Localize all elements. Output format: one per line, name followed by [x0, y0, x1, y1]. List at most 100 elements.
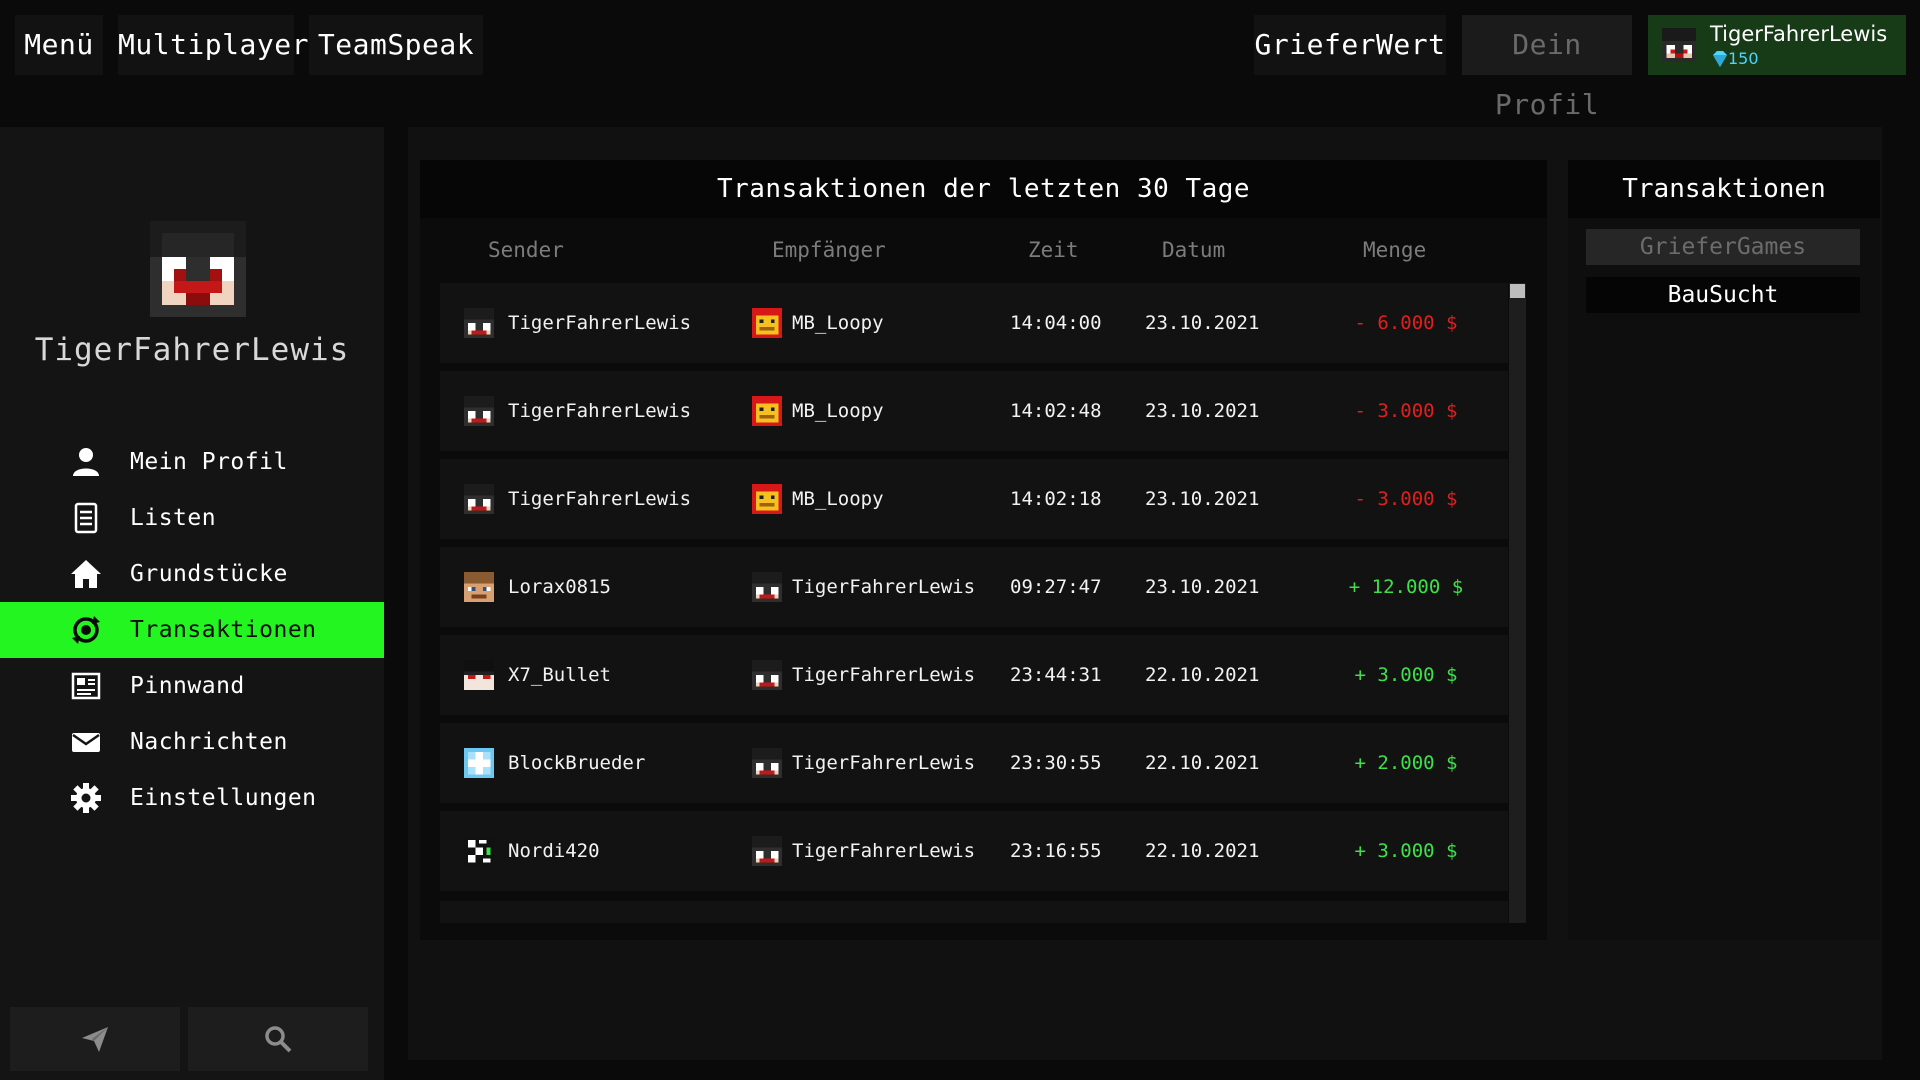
dein-profil-button[interactable]: Dein Profil — [1462, 15, 1632, 121]
sender-avatar-x7-bullet — [464, 660, 494, 690]
gem-icon — [1713, 51, 1727, 67]
sender-avatar-lorax0815 — [464, 572, 494, 602]
table-row[interactable]: BlockBrueder TigerFahrerLewis 23:30:55 22.1… — [440, 723, 1508, 803]
search-icon — [265, 1026, 292, 1053]
cell-date: 22.10.2021 — [1145, 840, 1260, 862]
table-row[interactable]: X7_Bullet TigerFahrerLewis 23:44:31 22.10.2… — [440, 635, 1508, 715]
receiver-avatar-mb-loopy — [752, 396, 782, 426]
cell-amount: + 3.000 $ — [1354, 840, 1458, 862]
sender-avatar-blockbrueder — [464, 748, 494, 778]
cell-receiver: TigerFahrerLewis — [792, 752, 976, 774]
sidebar-item-label: Pinnwand — [130, 673, 245, 699]
sidebar-item-label: Grundstücke — [130, 561, 288, 587]
mail-icon — [72, 733, 100, 752]
cell-receiver: TigerFahrerLewis — [792, 576, 976, 598]
gear-icon — [71, 783, 101, 813]
search-button[interactable] — [188, 1007, 368, 1071]
sender-avatar-tigerfahrerlewis — [464, 308, 494, 338]
cell-date: 22.10.2021 — [1145, 664, 1260, 686]
column-header-sender: Sender — [488, 238, 564, 262]
table-row[interactable]: TigerFahrerLewis MB_Loopy 14:02:48 23.10.20… — [440, 371, 1508, 451]
cell-amount: - 6.000 $ — [1354, 312, 1458, 334]
cell-receiver: TigerFahrerLewis — [792, 664, 976, 686]
table-row[interactable]: TigerFahrerLewis MB_Loopy 14:04:00 23.10.20… — [440, 283, 1508, 363]
cell-receiver: MB_Loopy — [792, 312, 884, 334]
cell-time: 14:02:48 — [1010, 400, 1102, 422]
cell-time: 23:44:31 — [1010, 664, 1102, 686]
cell-amount: + 2.000 $ — [1354, 752, 1458, 774]
column-header-datum: Datum — [1162, 238, 1226, 262]
column-header-empfaenger: Empfänger — [772, 238, 886, 262]
cell-time: 23:30:55 — [1010, 752, 1102, 774]
cell-date: 23.10.2021 — [1145, 488, 1260, 510]
receiver-avatar-tigerfahrerlewis — [752, 836, 782, 866]
receiver-avatar-mb-loopy — [752, 308, 782, 338]
sidebar-item-label: Listen — [130, 505, 217, 531]
cell-sender: TigerFahrerLewis — [508, 400, 692, 422]
cell-receiver: MB_Loopy — [792, 400, 884, 422]
cell-sender: X7_Bullet — [508, 664, 611, 686]
grieferwert-button[interactable]: GrieferWert — [1254, 15, 1446, 75]
cell-receiver: MB_Loopy — [792, 488, 884, 510]
multiplayer-button[interactable]: Multiplayer — [118, 15, 308, 75]
sidebar-item-pinnwand[interactable]: Pinnwand — [0, 658, 384, 714]
column-header-zeit: Zeit — [1028, 238, 1079, 262]
sidebar-item-label: Mein Profil — [130, 449, 288, 475]
gem-count: 150 — [1728, 49, 1759, 68]
table-row[interactable]: Nordi420 TigerFahrerLewis 23:16:55 22.10.20… — [440, 811, 1508, 891]
profile-avatar — [150, 221, 246, 317]
cell-sender: Lorax0815 — [508, 576, 611, 598]
sender-avatar-tigerfahrerlewis — [464, 396, 494, 426]
receiver-avatar-mb-loopy — [752, 484, 782, 514]
sidebar-item-label: Transaktionen — [130, 617, 317, 643]
cell-sender: Nordi420 — [508, 840, 600, 862]
table-row[interactable]: TigerFahrerLewis MB_Loopy 14:02:18 23.10.20… — [440, 459, 1508, 539]
cell-time: 14:04:00 — [1010, 312, 1102, 334]
cell-sender: BlockBrueder — [508, 752, 646, 774]
teamspeak-button[interactable]: TeamSpeak — [309, 15, 483, 75]
account-username: TigerFahrerLewis — [1710, 22, 1888, 46]
receiver-avatar-tigerfahrerlewis — [752, 660, 782, 690]
sidebar-item-transaktionen[interactable]: Transaktionen — [0, 602, 384, 658]
menu-button[interactable]: Menü — [15, 15, 103, 75]
cell-time: 14:02:18 — [1010, 488, 1102, 510]
cell-amount: + 12.000 $ — [1348, 576, 1464, 598]
user-icon — [73, 448, 99, 476]
send-icon — [82, 1027, 108, 1052]
transactions-title: Transaktionen der letzten 30 Tage — [420, 160, 1547, 218]
receiver-avatar-tigerfahrerlewis — [752, 748, 782, 778]
user-account-button[interactable]: TigerFahrerLewis 150 — [1648, 15, 1906, 75]
profile-name: TigerFahrerLewis — [34, 332, 350, 368]
table-row-partial — [440, 901, 1508, 923]
server-panel-title: Transaktionen — [1568, 160, 1880, 218]
scrollbar-thumb[interactable] — [1510, 284, 1525, 298]
sidebar-item-mein-profil[interactable]: Mein Profil — [0, 434, 384, 490]
cell-sender: TigerFahrerLewis — [508, 488, 692, 510]
player-head-avatar — [1662, 28, 1696, 62]
sidebar-item-grundstuecke[interactable]: Grundstücke — [0, 546, 384, 602]
sender-avatar-tigerfahrerlewis — [464, 484, 494, 514]
sidebar-item-label: Einstellungen — [130, 785, 317, 811]
cell-time: 09:27:47 — [1010, 576, 1102, 598]
cell-date: 23.10.2021 — [1145, 576, 1260, 598]
cell-sender: TigerFahrerLewis — [508, 312, 692, 334]
sidebar-item-nachrichten[interactable]: Nachrichten — [0, 714, 384, 770]
cell-time: 23:16:55 — [1010, 840, 1102, 862]
sidebar-item-listen[interactable]: Listen — [0, 490, 384, 546]
send-button[interactable] — [10, 1007, 180, 1071]
sidebar-item-einstellungen[interactable]: Einstellungen — [0, 770, 384, 826]
server-button-bausucht[interactable]: BauSucht — [1586, 277, 1860, 313]
column-header-menge: Menge — [1363, 238, 1427, 262]
sidebar-item-label: Nachrichten — [130, 729, 288, 755]
table-row[interactable]: Lorax0815 TigerFahrerLewis 09:27:47 23.10.2… — [440, 547, 1508, 627]
sender-avatar-nordi420 — [464, 836, 494, 866]
cell-date: 23.10.2021 — [1145, 400, 1260, 422]
cell-amount: - 3.000 $ — [1354, 488, 1458, 510]
server-button-griefergames[interactable]: GrieferGames — [1586, 229, 1860, 265]
scrollbar-track[interactable] — [1509, 283, 1526, 923]
receiver-avatar-tigerfahrerlewis — [752, 572, 782, 602]
cell-receiver: TigerFahrerLewis — [792, 840, 976, 862]
home-icon — [71, 560, 101, 588]
cell-amount: - 3.000 $ — [1354, 400, 1458, 422]
cell-date: 23.10.2021 — [1145, 312, 1260, 334]
